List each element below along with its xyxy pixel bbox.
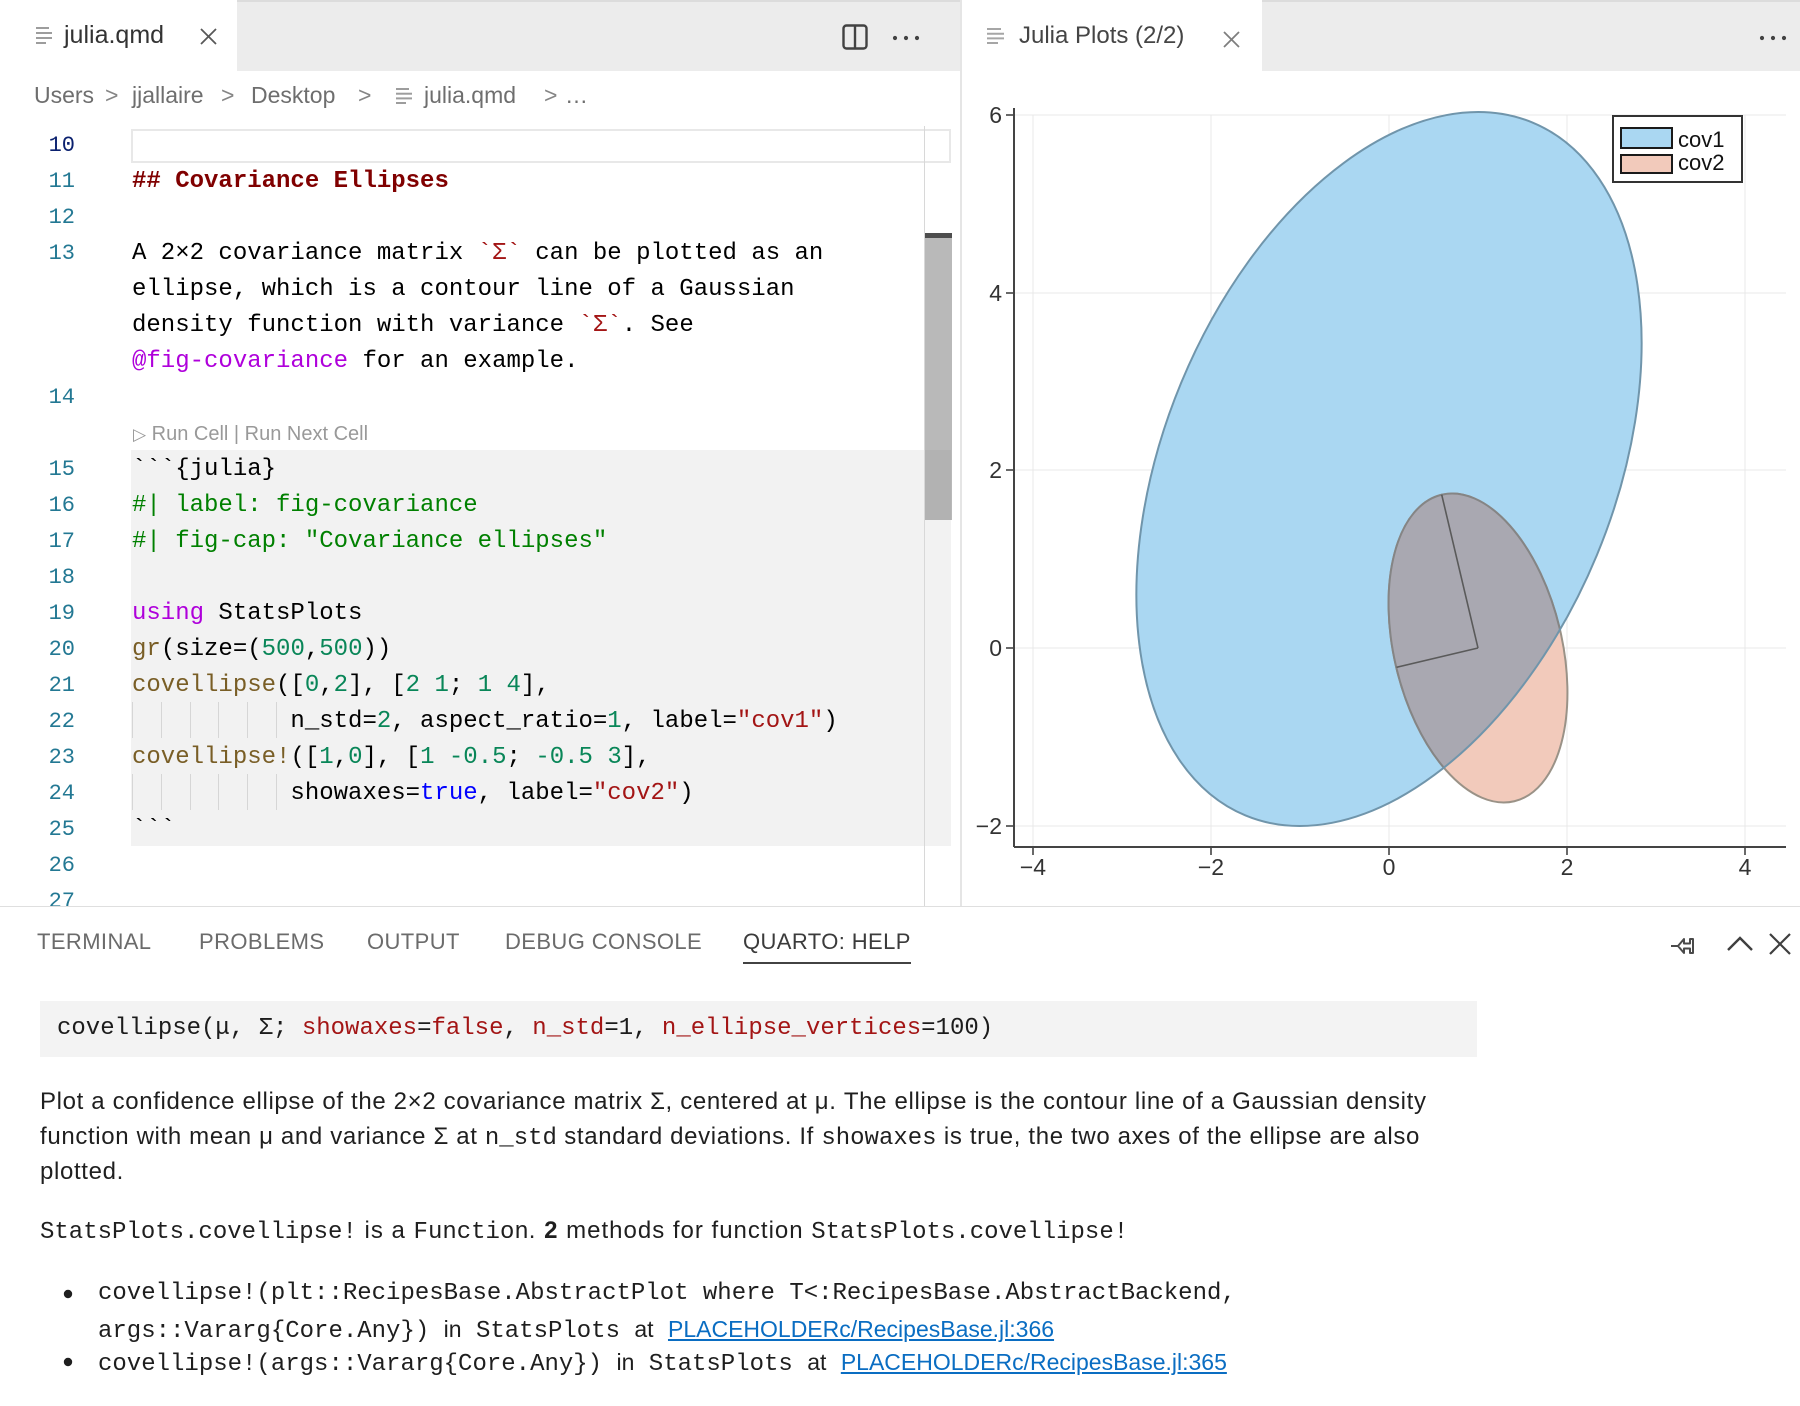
svg-text:2: 2 [989,457,1002,483]
svg-text:−4: −4 [1020,854,1046,880]
svg-text:4: 4 [1739,854,1752,880]
svg-text:−2: −2 [976,813,1002,839]
svg-text:4: 4 [989,280,1002,306]
svg-text:0: 0 [989,635,1002,661]
svg-text:0: 0 [1383,854,1396,880]
svg-text:−2: −2 [1198,854,1224,880]
svg-text:2: 2 [1561,854,1574,880]
svg-text:cov1: cov1 [1678,127,1724,152]
svg-text:6: 6 [989,102,1002,128]
svg-text:cov2: cov2 [1678,150,1724,175]
